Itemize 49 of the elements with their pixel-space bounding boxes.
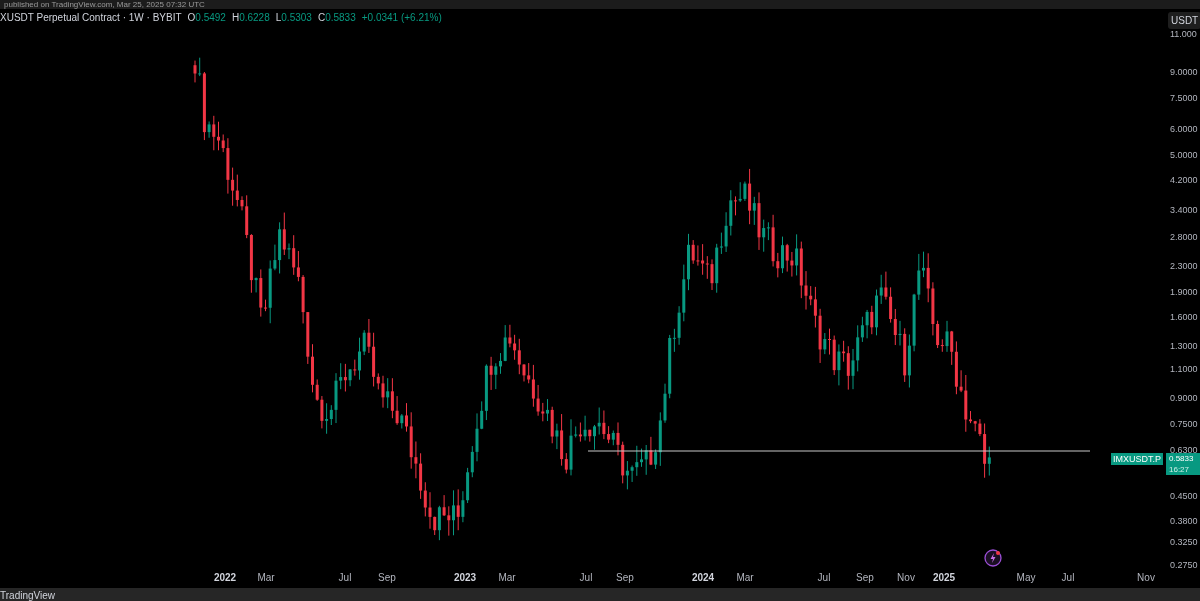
publish-caption: published on TradingView.com, Mar 25, 2025 07:32 UTC: [4, 0, 205, 9]
time-axis-label: Mar: [257, 572, 275, 584]
time-axis-label: Nov: [897, 572, 915, 584]
time-axis-label: Jul: [579, 572, 593, 584]
price-axis-label: 0.3800: [1170, 515, 1198, 527]
time-axis-label: 2025: [932, 572, 956, 584]
last-price-tag: 0.5833 16:27: [1166, 453, 1200, 475]
price-axis-label: 4.2000: [1170, 174, 1198, 186]
time-axis-label: 2022: [213, 572, 237, 584]
time-axis-label: Sep: [856, 572, 874, 584]
price-axis-label: 7.5000: [1170, 92, 1198, 104]
price-axis-label: 0.6300: [1170, 444, 1198, 456]
price-change: +0.0341 (+6.21%): [361, 12, 442, 24]
time-axis-label: 2023: [453, 572, 477, 584]
time-axis-label: Mar: [498, 572, 516, 584]
symbol-title: XUSDT Perpetual Contract · 1W · BYBIT: [0, 12, 182, 24]
price-axis-label: 6.0000: [1170, 123, 1198, 135]
price-axis-label: 1.6000: [1170, 311, 1198, 323]
price-axis-label: 1.9000: [1170, 286, 1198, 298]
price-axis-label: 11.000: [1170, 28, 1197, 40]
price-axis-label: 0.7500: [1170, 418, 1198, 430]
price-axis-label: 0.4500: [1170, 490, 1198, 502]
price-axis-label: 2.8000: [1170, 231, 1198, 243]
ohlc-value: H0.6228: [231, 12, 270, 24]
symbol-price-tag: IMXUSDT.P: [1111, 453, 1163, 465]
price-axis-label: 5.0000: [1170, 149, 1198, 161]
price-axis-label: 3.4000: [1170, 204, 1198, 216]
time-axis-label: Jul: [1061, 572, 1075, 584]
ohlc-value: C0.5833: [317, 12, 356, 24]
ohlc-value: L0.5303: [275, 12, 312, 24]
ohlc-value: O0.5492: [187, 12, 226, 24]
price-axis-label: 0.9000: [1170, 392, 1198, 404]
price-axis-label: 0.2750: [1170, 559, 1198, 571]
time-axis-label: Jul: [338, 572, 352, 584]
time-axis-label: Jul: [817, 572, 831, 584]
time-axis-label: 2024: [691, 572, 715, 584]
price-axis-label: 1.1000: [1170, 363, 1198, 375]
time-axis-label: May: [1016, 572, 1036, 584]
time-axis-label: Mar: [736, 572, 754, 584]
price-axis-label: 0.3250: [1170, 536, 1198, 548]
lightning-icon[interactable]: [984, 549, 1002, 567]
price-axis-label: 2.3000: [1170, 260, 1198, 272]
brand-text: TradingView: [0, 590, 56, 601]
time-axis-label: Sep: [378, 572, 396, 584]
currency-button[interactable]: USDT: [1168, 12, 1200, 29]
price-axis-label: 9.0000: [1170, 66, 1198, 78]
price-axis-label: 1.3000: [1170, 340, 1198, 352]
time-axis-label: Nov: [1137, 572, 1155, 584]
time-axis-label: Sep: [616, 572, 634, 584]
